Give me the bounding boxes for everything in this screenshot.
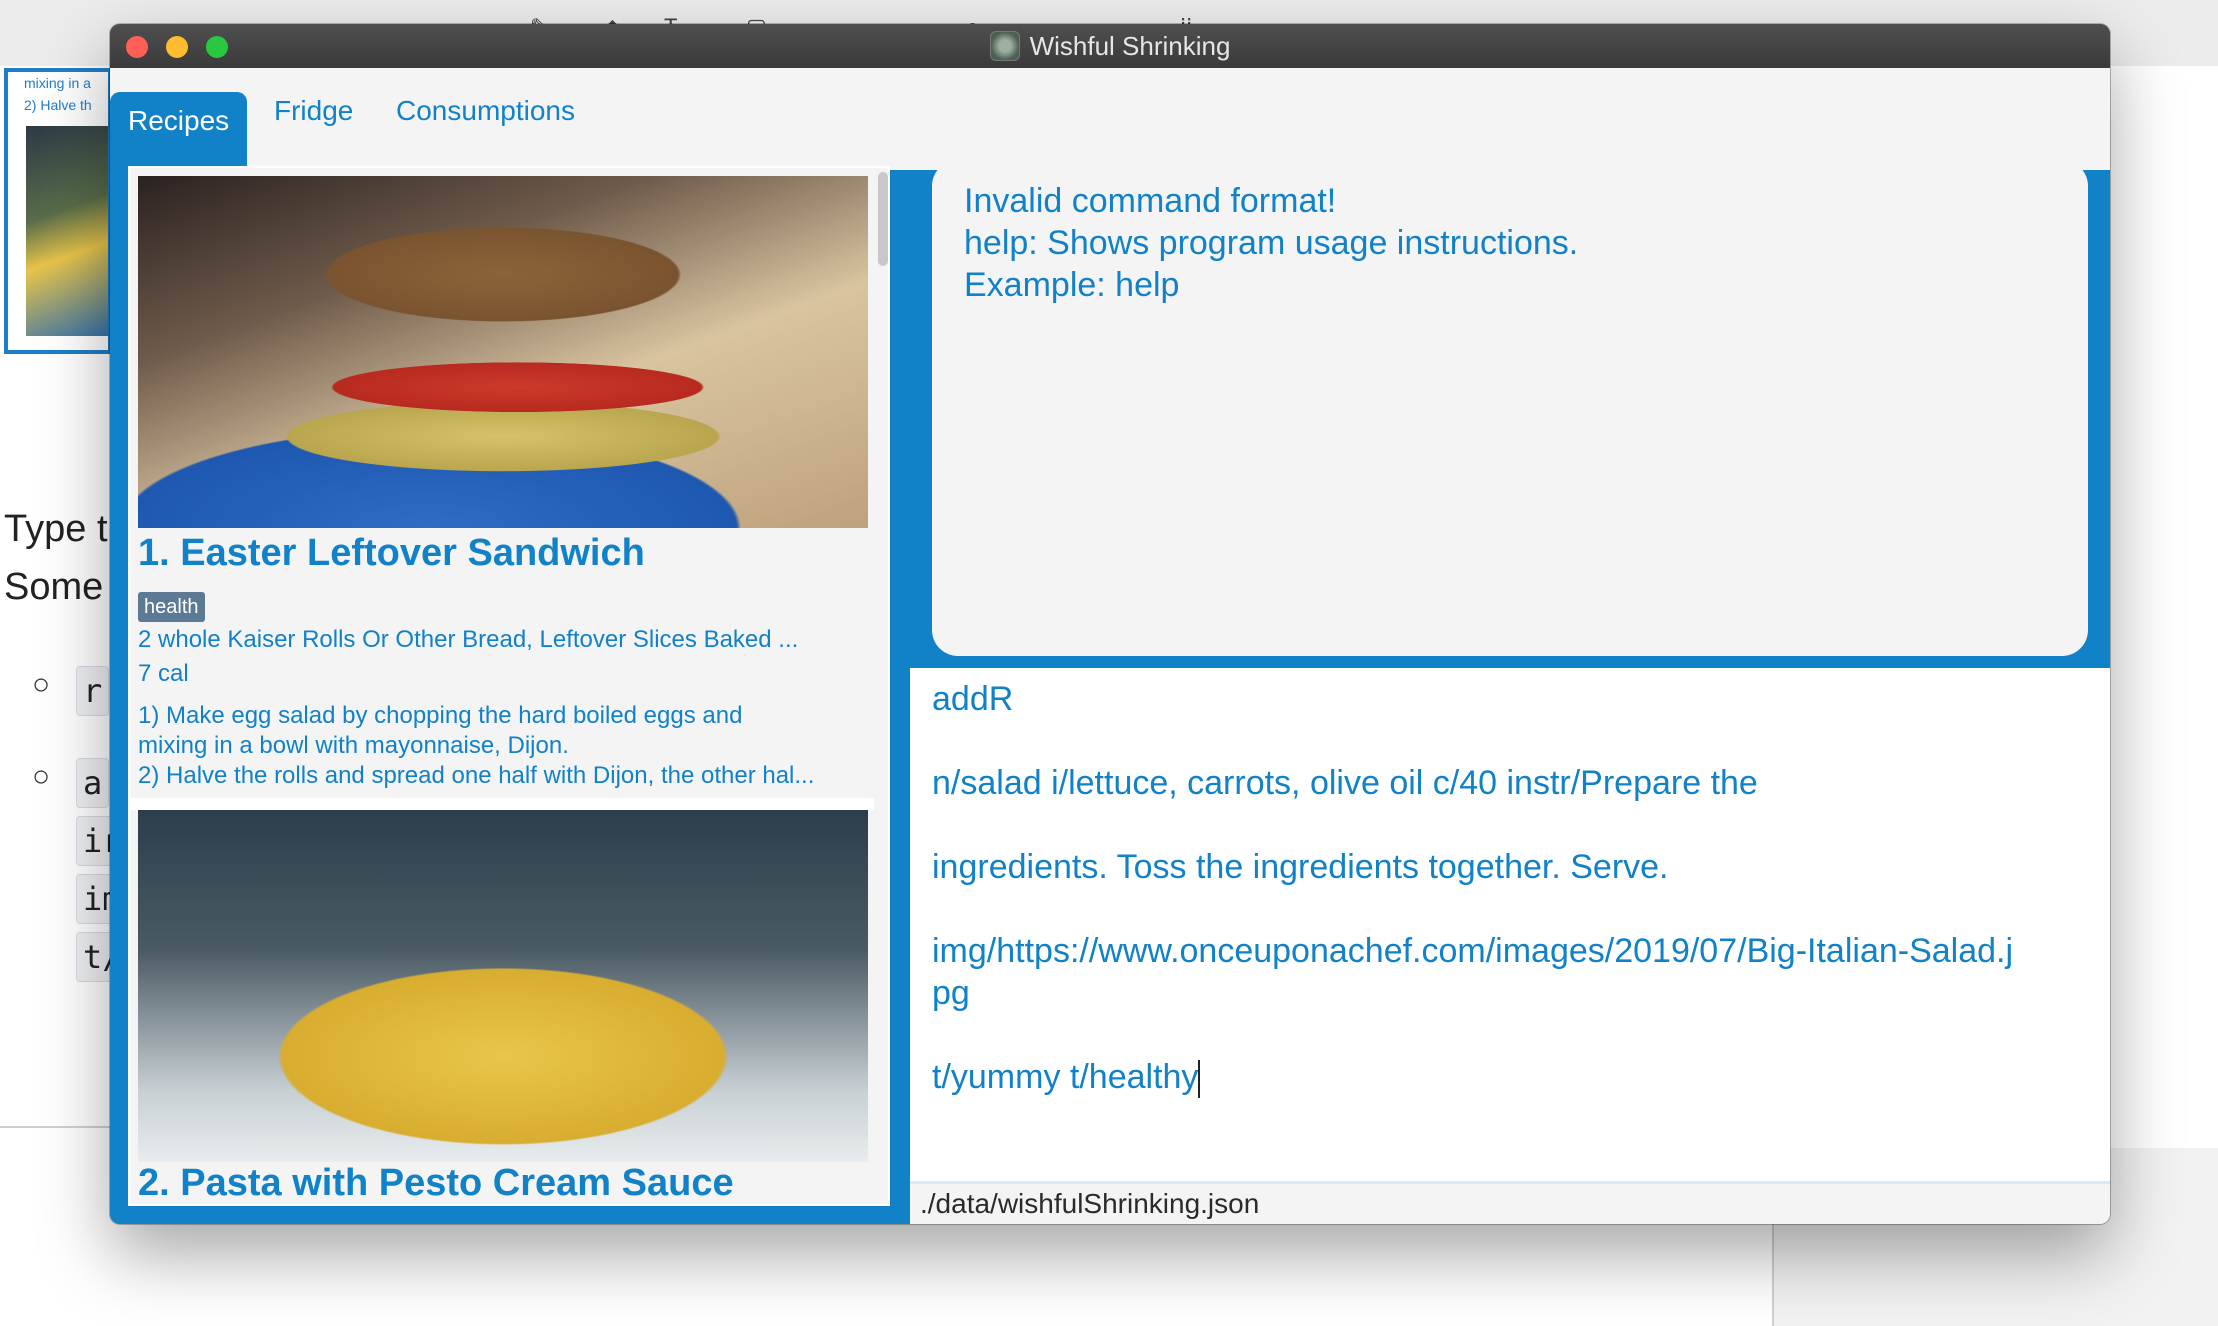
background-text: Some	[4, 566, 104, 608]
tab-bar: Recipes Fridge Consumptions	[110, 68, 2110, 170]
recipe-instruction-line: mixing in a bowl with mayonnaise, Dijon.	[138, 732, 569, 759]
result-line: Example: help	[964, 266, 1180, 304]
recipe-tag: health	[138, 592, 205, 622]
recipe-calories: 7 cal	[138, 660, 189, 687]
text-caret	[1198, 1060, 1201, 1099]
bullet-icon: ○	[32, 760, 51, 793]
code-snippet: a	[76, 758, 110, 808]
thumb-text: mixing in a	[24, 75, 91, 91]
result-line: Invalid command format!	[964, 182, 1337, 220]
recipe-list[interactable]: 1. Easter Leftover Sandwich health 2 who…	[128, 166, 890, 1206]
recipe-image	[138, 176, 868, 528]
background-thumbnail[interactable]: mixing in a 2) Halve th	[4, 68, 112, 354]
title-bar[interactable]: Wishful Shrinking	[110, 24, 2110, 68]
background-text: Type t	[4, 508, 108, 550]
recipe-card[interactable]: 1. Easter Leftover Sandwich health 2 who…	[138, 176, 868, 816]
data-file-path: ./data/wishfulShrinking.json	[920, 1188, 1260, 1219]
recipe-title: 1. Easter Leftover Sandwich	[138, 532, 645, 574]
app-icon	[989, 31, 1020, 61]
result-line: help: Shows program usage instructions.	[964, 224, 1579, 262]
app-window: Wishful Shrinking Recipes Fridge Consump…	[110, 24, 2110, 1224]
status-bar: ./data/wishfulShrinking.json	[910, 1184, 2110, 1224]
tab-fridge[interactable]: Fridge	[256, 68, 371, 170]
command-line: n/salad i/lettuce, carrots, olive oil c/…	[932, 764, 1758, 802]
recipe-title: 2. Pasta with Pesto Cream Sauce	[138, 1162, 734, 1204]
recipe-image	[138, 810, 868, 1162]
list-scrollbar[interactable]	[878, 172, 888, 266]
command-line: addR	[932, 680, 1014, 718]
result-display: Invalid command format! help: Shows prog…	[932, 160, 2088, 656]
window-title-group: Wishful Shrinking	[110, 24, 2110, 68]
recipe-ingredients: 2 whole Kaiser Rolls Or Other Bread, Lef…	[138, 626, 799, 653]
command-line: pg	[932, 974, 970, 1012]
recipe-instruction-line: 1) Make egg salad by chopping the hard b…	[138, 702, 743, 729]
command-line-text: t/yummy t/healthy	[932, 1058, 1199, 1096]
thumb-image	[26, 126, 108, 336]
command-line-current: t/yummy t/healthy	[932, 1056, 2088, 1099]
card-separator	[130, 798, 874, 810]
window-title: Wishful Shrinking	[1029, 30, 1231, 61]
bullet-icon: ○	[32, 668, 51, 701]
recipe-card[interactable]: 2. Pasta with Pesto Cream Sauce	[138, 810, 868, 1204]
recipe-instruction-line: 2) Halve the rolls and spread one half w…	[138, 762, 815, 789]
tab-consumptions[interactable]: Consumptions	[378, 68, 593, 170]
command-line: ingredients. Toss the ingredients togeth…	[932, 848, 1669, 886]
code-snippet: r	[76, 666, 110, 716]
tab-recipes[interactable]: Recipes	[110, 92, 248, 170]
command-line: img/https://www.onceuponachef.com/images…	[932, 932, 2014, 970]
command-input[interactable]: addR n/salad i/lettuce, carrots, olive o…	[910, 668, 2110, 1184]
thumb-text: 2) Halve th	[24, 97, 92, 113]
